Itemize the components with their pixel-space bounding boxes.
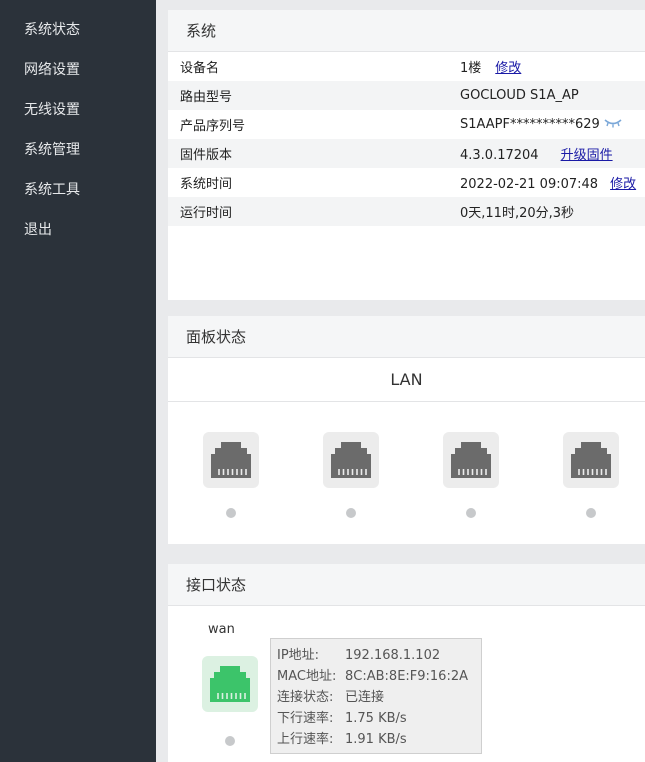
port-status-dot: [226, 508, 236, 518]
wan-label: wan: [208, 622, 235, 637]
edit-device-name-link[interactable]: 修改: [495, 61, 521, 76]
table-row: 产品序列号 S1AAPF**********629: [168, 110, 645, 139]
wan-status-dot: [225, 736, 235, 746]
downlink-row: 下行速率: 1.75 KB/s: [277, 708, 475, 729]
system-time-label: 系统时间: [180, 177, 233, 192]
sidebar-item-system-status[interactable]: 系统状态: [0, 10, 156, 50]
mac-label: MAC地址:: [277, 669, 337, 684]
table-row: 系统时间 2022-02-21 09:07:48 修改: [168, 168, 645, 197]
interface-status-card: 接口状态 wan IP地址: 192.168.1.102 MAC地址: 8C:AB:…: [168, 564, 645, 762]
lan-label: LAN: [168, 358, 645, 402]
mac-row: MAC地址: 8C:AB:8E:F9:16:2A: [277, 666, 475, 687]
interface-status-title: 接口状态: [168, 564, 645, 606]
connection-row: 连接状态: 已连接: [277, 687, 475, 708]
port-status-dot: [586, 508, 596, 518]
connection-label: 连接状态:: [277, 690, 334, 705]
router-model-value: GOCLOUD S1A_AP: [458, 81, 645, 110]
upgrade-firmware-link[interactable]: 升级固件: [561, 148, 613, 163]
uplink-value: 1.91 KB/s: [345, 732, 407, 747]
sidebar-item-system-management[interactable]: 系统管理: [0, 130, 156, 170]
uplink-row: 上行速率: 1.91 KB/s: [277, 729, 475, 750]
ip-row: IP地址: 192.168.1.102: [277, 645, 475, 666]
sidebar-item-wireless-settings[interactable]: 无线设置: [0, 90, 156, 130]
downlink-label: 下行速率:: [277, 711, 334, 726]
router-model-label: 路由型号: [168, 81, 458, 110]
sidebar-item-network-settings[interactable]: 网络设置: [0, 50, 156, 90]
uplink-label: 上行速率:: [277, 732, 334, 747]
port-status-dot: [346, 508, 356, 518]
lan-port-2: [323, 432, 379, 518]
serial-number-value: S1AAPF**********629: [460, 117, 600, 132]
mac-value: 8C:AB:8E:F9:16:2A: [345, 669, 468, 684]
system-card: 系统 设备名 1楼 修改 路由型号 GOCLOUD S1A_AP 产品序列号 S1…: [168, 10, 645, 300]
table-row: 路由型号 GOCLOUD S1A_AP: [168, 81, 645, 110]
eye-closed-icon[interactable]: [604, 117, 622, 132]
panel-status-card: 面板状态 LAN: [168, 316, 645, 544]
sidebar: 系统状态 网络设置 无线设置 系统管理 系统工具 退出: [0, 0, 156, 762]
ethernet-port-icon: [323, 432, 379, 488]
serial-number-label: 产品序列号: [180, 119, 246, 134]
wan-ethernet-port-icon[interactable]: [202, 656, 258, 712]
downlink-value: 1.75 KB/s: [345, 711, 407, 726]
lan-port-4: [563, 432, 619, 518]
wan-info-tooltip: IP地址: 192.168.1.102 MAC地址: 8C:AB:8E:F9:16:…: [270, 638, 482, 754]
table-row: 运行时间 0天,11时,20分,3秒: [168, 197, 645, 226]
sidebar-item-logout[interactable]: 退出: [0, 210, 156, 250]
ethernet-port-icon: [443, 432, 499, 488]
lan-port-1: [203, 432, 259, 518]
table-row: 设备名 1楼 修改: [168, 52, 645, 81]
lan-port-3: [443, 432, 499, 518]
ip-value: 192.168.1.102: [345, 648, 441, 663]
sidebar-item-system-tools[interactable]: 系统工具: [0, 170, 156, 210]
uptime-label: 运行时间: [168, 197, 458, 226]
table-row: 固件版本 4.3.0.17204 升级固件: [168, 139, 645, 168]
firmware-version-value: 4.3.0.17204: [460, 148, 539, 163]
device-name-label: 设备名: [180, 61, 220, 76]
system-card-title: 系统: [168, 10, 645, 52]
main-content: 系统 设备名 1楼 修改 路由型号 GOCLOUD S1A_AP 产品序列号 S1…: [156, 0, 645, 762]
connection-value: 已连接: [345, 690, 385, 705]
ethernet-port-icon: [203, 432, 259, 488]
edit-system-time-link[interactable]: 修改: [610, 177, 636, 192]
firmware-version-label: 固件版本: [168, 139, 458, 168]
system-info-table: 设备名 1楼 修改 路由型号 GOCLOUD S1A_AP 产品序列号 S1AAP…: [168, 52, 645, 226]
ethernet-port-icon: [563, 432, 619, 488]
sidebar-menu: 系统状态 网络设置 无线设置 系统管理 系统工具 退出: [0, 0, 156, 250]
ip-label: IP地址:: [277, 648, 320, 663]
panel-status-title: 面板状态: [168, 316, 645, 358]
device-name-value: 1楼: [460, 61, 482, 76]
port-status-dot: [466, 508, 476, 518]
system-time-value: 2022-02-21 09:07:48: [460, 177, 599, 192]
uptime-value: 0天,11时,20分,3秒: [458, 197, 645, 226]
